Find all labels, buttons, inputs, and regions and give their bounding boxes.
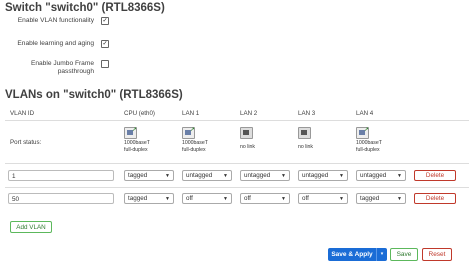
- port-select-lan3[interactable]: untagged ▼: [298, 170, 348, 181]
- save-apply-button[interactable]: Save & Apply: [328, 248, 376, 261]
- header-lan4: LAN 4: [356, 110, 374, 117]
- add-vlan-button[interactable]: Add VLAN: [10, 221, 52, 233]
- save-apply-dropdown-toggle[interactable]: ▾: [376, 248, 387, 261]
- divider: [5, 120, 469, 121]
- enable-vlan-checkbox[interactable]: ✓: [101, 17, 109, 25]
- vlan-section-title: VLANs on "switch0" (RTL8366S): [5, 89, 183, 101]
- port-status-cpu: 1000baseT full-duplex: [124, 140, 150, 153]
- port-status-lan3: no link: [298, 144, 313, 150]
- port-icon-lan2: [240, 127, 253, 139]
- port-select-lan3[interactable]: off ▼: [298, 193, 348, 204]
- switch-title: Switch "switch0" (RTL8366S): [5, 2, 165, 14]
- enable-vlan-label: Enable VLAN functionality: [17, 17, 94, 24]
- divider: [5, 187, 469, 188]
- header-lan1: LAN 1: [182, 110, 200, 117]
- delete-vlan-button[interactable]: Delete: [414, 193, 456, 204]
- port-select-lan4[interactable]: tagged ▼: [356, 193, 406, 204]
- port-select-lan2[interactable]: off ▼: [240, 193, 290, 204]
- enable-jumbo-checkbox[interactable]: [101, 60, 109, 68]
- port-icon-lan1: ➚: [182, 127, 195, 139]
- header-lan2: LAN 2: [240, 110, 258, 117]
- enable-learning-checkbox[interactable]: ✓: [101, 40, 109, 48]
- enable-jumbo-label: Enable Jumbo Frame passthrough: [30, 60, 94, 75]
- port-status-label: Port status:: [10, 139, 42, 146]
- port-icon-lan4: ➚: [356, 127, 369, 139]
- header-cpu: CPU (eth0): [124, 110, 155, 117]
- header-vlan-id: VLAN ID: [10, 110, 35, 117]
- port-select-cpu[interactable]: tagged ▼: [124, 193, 174, 204]
- port-icon-lan3: [298, 127, 311, 139]
- save-button[interactable]: Save: [390, 248, 418, 261]
- vlan-id-input[interactable]: 50: [8, 193, 114, 204]
- divider: [5, 163, 469, 164]
- port-status-lan4: 1000baseT full-duplex: [356, 140, 382, 153]
- vlan-id-input[interactable]: 1: [8, 170, 114, 181]
- port-select-lan1[interactable]: untagged ▼: [182, 170, 232, 181]
- port-select-lan1[interactable]: off ▼: [182, 193, 232, 204]
- port-select-cpu[interactable]: tagged ▼: [124, 170, 174, 181]
- enable-learning-label: Enable learning and aging: [17, 40, 94, 47]
- reset-button[interactable]: Reset: [422, 248, 452, 261]
- port-select-lan2[interactable]: untagged ▼: [240, 170, 290, 181]
- port-icon-cpu: ➚: [124, 127, 137, 139]
- delete-vlan-button[interactable]: Delete: [414, 170, 456, 181]
- port-select-lan4[interactable]: untagged ▼: [356, 170, 406, 181]
- header-lan3: LAN 3: [298, 110, 316, 117]
- port-status-lan1: 1000baseT full-duplex: [182, 140, 208, 153]
- port-status-lan2: no link: [240, 144, 255, 150]
